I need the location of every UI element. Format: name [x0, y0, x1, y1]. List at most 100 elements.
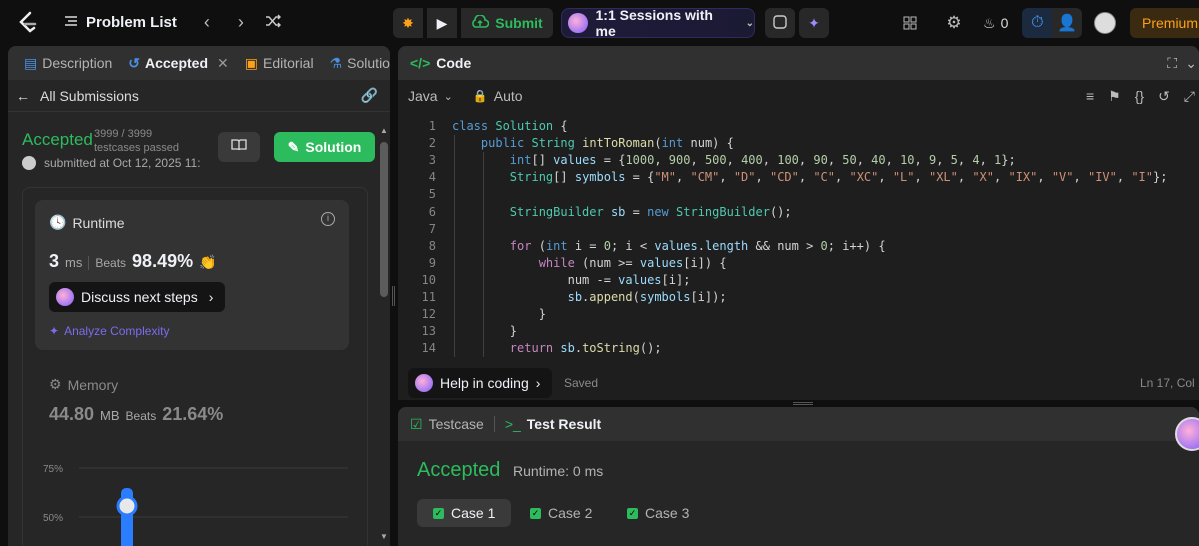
arrow-left-icon: ←	[16, 87, 30, 104]
all-submissions-bar[interactable]: ← All Submissions 🔗	[8, 80, 390, 112]
case-2-tab[interactable]: ✓ Case 2	[514, 499, 608, 527]
more-icon[interactable]: ⌄	[1185, 55, 1197, 72]
terminal-icon: >_	[504, 416, 521, 432]
submission-panel: ▤ Description ↺ Accepted ✕ ▣ Editorial ⚗…	[8, 46, 390, 546]
notes-button[interactable]	[765, 8, 795, 38]
language-select[interactable]: Java	[408, 88, 438, 104]
saved-status: Saved	[564, 376, 599, 390]
result-panel: ☑ Testcase >_ Test Result Accepted Runti…	[398, 407, 1199, 546]
layout-icon[interactable]	[895, 8, 925, 38]
scroll-up-icon[interactable]: ▲	[380, 126, 388, 135]
checkbox-icon: ☑	[410, 415, 423, 432]
shuffle-icon[interactable]	[257, 12, 289, 33]
run-button[interactable]: ▶	[427, 8, 457, 38]
tab-accepted[interactable]: ↺ Accepted ✕	[122, 55, 235, 72]
code-line: public String intToRoman(int num) {	[480, 136, 734, 151]
tick-label-75: 75%	[43, 464, 63, 475]
analyze-complexity-link[interactable]: ✦ Analyze Complexity	[49, 324, 169, 338]
vertical-resizer[interactable]	[390, 46, 398, 546]
chevron-down-icon: ⌄	[443, 90, 453, 103]
document-icon: ▤	[24, 54, 38, 71]
testcases-passed: 3999 / 3999 testcases passed	[94, 128, 179, 154]
case-3-tab[interactable]: ✓ Case 3	[611, 499, 705, 527]
result-tabs: ☑ Testcase >_ Test Result	[398, 407, 1199, 441]
code-line: for (int i = 0; i < values.length && num…	[509, 238, 886, 253]
expand-icon[interactable]: ⤢	[1184, 88, 1195, 105]
debug-button[interactable]: ✸	[393, 8, 423, 38]
tab-editorial[interactable]: ▣ Editorial	[239, 55, 320, 72]
bookmark-icon[interactable]: ⚑	[1108, 88, 1121, 105]
clap-icon: 👏	[199, 254, 217, 270]
add-user-icon[interactable]: 👤	[1052, 8, 1083, 38]
info-icon[interactable]: i	[321, 212, 335, 226]
notebook-button[interactable]	[218, 132, 260, 162]
prev-problem-icon[interactable]: ‹	[191, 12, 223, 33]
problem-list-button[interactable]: Problem List	[64, 14, 177, 31]
format-icon[interactable]: ≡	[1086, 88, 1094, 105]
settings-gear-icon[interactable]: ⚙	[939, 8, 969, 38]
code-title: Code	[436, 55, 472, 71]
auto-mode[interactable]: Auto	[494, 88, 523, 104]
chevron-right-icon: ›	[208, 289, 214, 305]
line-number: 12	[421, 307, 436, 322]
line-number: 2	[428, 136, 436, 151]
floating-bot-icon[interactable]	[1175, 417, 1199, 451]
code-line: }	[452, 324, 518, 339]
next-problem-icon[interactable]: ›	[225, 12, 257, 33]
line-number: 1	[428, 119, 436, 133]
result-status: Accepted	[417, 459, 501, 481]
code-line: String[] symbols = {"M", "CM", "D", "CD"…	[509, 170, 1168, 185]
chevron-down-icon: ⌄	[745, 17, 754, 29]
leetcode-logo[interactable]	[14, 10, 40, 36]
line-number: 3	[428, 153, 436, 168]
problem-list-label: Problem List	[86, 14, 177, 31]
tab-description[interactable]: ▤ Description	[18, 55, 118, 72]
memory-header: ⚙ Memory	[49, 376, 119, 393]
tab-test-result[interactable]: Test Result	[527, 416, 601, 432]
distribution-chart: 75% 50%	[43, 464, 348, 546]
sessions-label: 1:1 Sessions with me	[595, 7, 713, 39]
maximize-icon[interactable]: ⛶	[1167, 55, 1177, 72]
horizontal-resizer[interactable]	[398, 400, 1199, 407]
current-submission-marker[interactable]	[116, 495, 138, 517]
runtime-header: 🕓 Runtime	[49, 214, 125, 231]
case-1-tab[interactable]: ✓ Case 1	[417, 499, 512, 527]
sessions-button[interactable]: 1:1 Sessions with me ⌄	[561, 7, 755, 39]
edit-icon: ✎	[287, 138, 300, 155]
user-avatar[interactable]	[1094, 12, 1117, 34]
note-icon	[773, 14, 787, 32]
indent-guide	[483, 152, 484, 358]
close-icon[interactable]: ✕	[217, 55, 229, 72]
left-scrollbar[interactable]: ▲ ▼	[379, 124, 390, 546]
runtime-card: 🕓 Runtime i 3 ms Beats 98.49% 👏 Discuss …	[35, 200, 349, 350]
clock-icon: 🕓	[49, 214, 67, 230]
code-tabbar: </> Code ⛶ ⌄	[398, 46, 1199, 80]
all-submissions-link[interactable]: All Submissions	[40, 88, 139, 104]
discuss-next-steps-button[interactable]: Discuss next steps ›	[49, 282, 225, 312]
ai-button[interactable]: ✦	[799, 8, 829, 38]
scroll-down-icon[interactable]: ▼	[380, 532, 388, 541]
bug-icon: ✸	[402, 14, 414, 31]
left-tabs: ▤ Description ↺ Accepted ✕ ▣ Editorial ⚗…	[8, 46, 390, 80]
timer-icon[interactable]: ⏱	[1022, 8, 1053, 38]
solution-button[interactable]: ✎ Solution	[274, 132, 375, 162]
tab-testcase[interactable]: Testcase	[429, 416, 484, 432]
tick-label-50: 50%	[43, 513, 63, 524]
scroll-thumb[interactable]	[380, 142, 388, 297]
line-number: 10	[421, 272, 436, 287]
help-in-coding-button[interactable]: Help in coding ›	[408, 368, 552, 398]
submit-button[interactable]: Submit	[461, 8, 553, 38]
line-number: 7	[428, 221, 436, 236]
link-icon[interactable]: 🔗	[361, 87, 378, 104]
braces-icon[interactable]: {}	[1135, 88, 1144, 105]
premium-button[interactable]: Premium	[1130, 8, 1199, 38]
runtime-beats: 98.49%	[132, 251, 194, 271]
status-label: Accepted	[22, 130, 93, 149]
code-line: num -= values[i];	[452, 272, 691, 287]
tab-solutions[interactable]: ⚗ Solutio	[324, 55, 390, 72]
streak-button[interactable]: ♨ 0	[983, 8, 1008, 38]
play-icon: ▶	[436, 14, 448, 31]
result-runtime: Runtime: 0 ms	[513, 463, 604, 479]
reset-icon[interactable]: ↺	[1158, 88, 1170, 105]
code-editor[interactable]: 1 class Solution {2 public String intToRo…	[398, 118, 1199, 368]
